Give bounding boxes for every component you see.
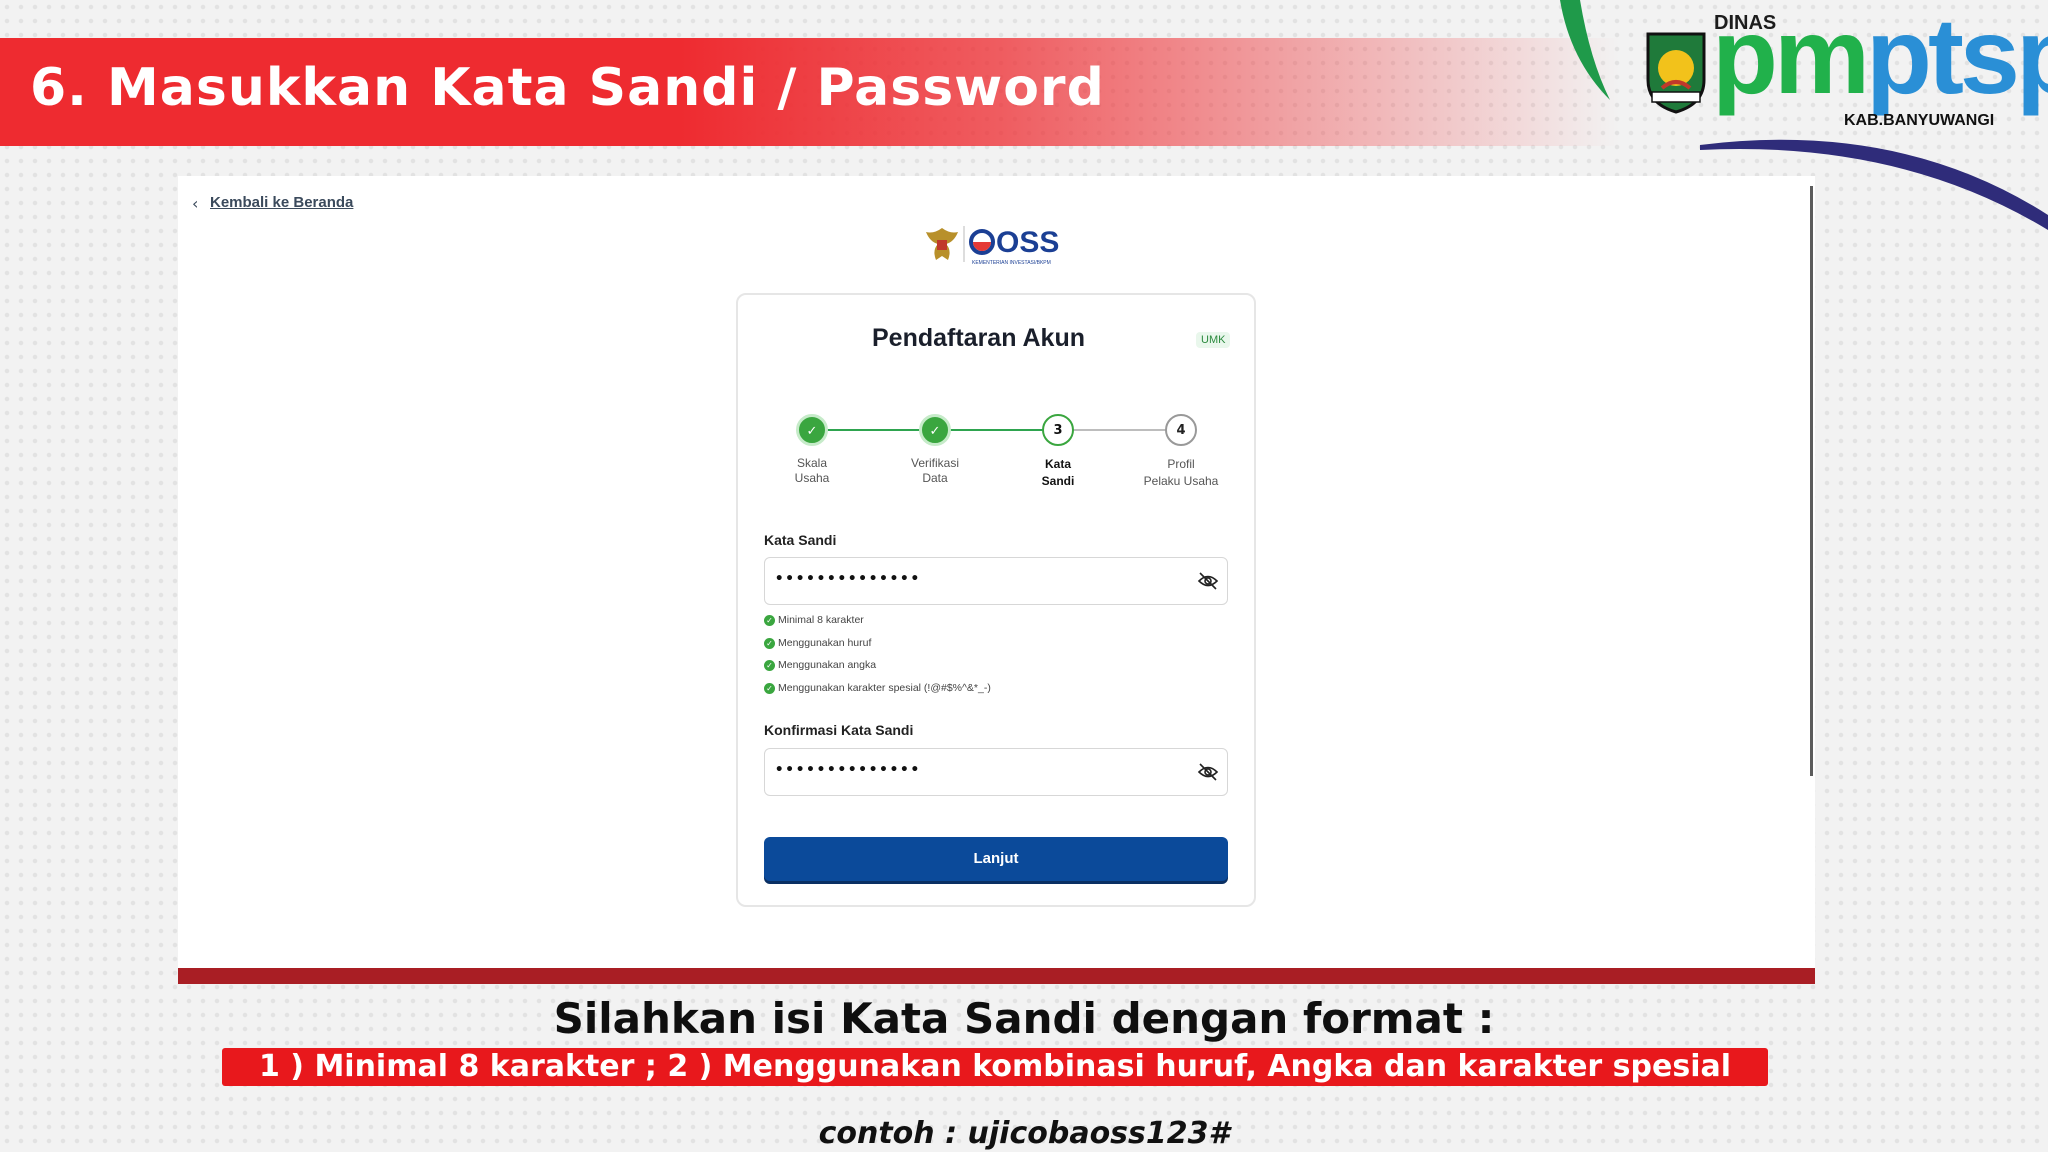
step-connector-1 [812, 429, 934, 431]
step-2-label-line2: Data [922, 471, 948, 485]
oss-logo-text: OSS [996, 226, 1059, 259]
step-2-label-line1: Verifikasi [910, 456, 960, 470]
step-3-indicator: 3 [1042, 414, 1074, 446]
ptsp-text: ptsp [1866, 0, 2048, 116]
region-label: KAB.BANYUWANGI [1844, 112, 1995, 129]
scrollbar[interactable] [1810, 186, 1813, 776]
step-4-label: Profil Pelaku Usaha [1126, 456, 1236, 490]
oss-logo: OSS KEMENTERIAN INVESTASI/BKPM [926, 226, 1059, 266]
garuda-icon [926, 228, 958, 260]
rule-letters: ✓ Menggunakan huruf [764, 637, 871, 649]
check-circle-icon: ✓ [764, 659, 775, 671]
instruction-rules: 1 ) Minimal 8 karakter ; 2 ) Menggunakan… [222, 1048, 1768, 1086]
step-2-check-icon: ✓ [919, 414, 951, 446]
step-1-check-icon: ✓ [796, 414, 828, 446]
step-2-label: Verifikasi Data [880, 456, 990, 486]
oss-logo-subtext: KEMENTERIAN INVESTASI/BKPM [972, 260, 1051, 266]
step-3-label-line1: Kata [1044, 457, 1071, 471]
eye-off-icon[interactable] [1197, 570, 1219, 592]
rule-text: Minimal 8 karakter [778, 614, 864, 626]
step-4-label-line2: Pelaku Usaha [1143, 474, 1219, 488]
step-connector-2 [935, 429, 1057, 431]
rule-min-length: ✓ Minimal 8 karakter [764, 614, 864, 626]
rule-special-chars: ✓ Menggunakan karakter spesial (!@#$%^&*_… [764, 682, 991, 694]
confirm-password-label: Konfirmasi Kata Sandi [764, 722, 914, 738]
rule-text: Menggunakan angka [778, 659, 877, 671]
step-connector-3 [1058, 429, 1180, 431]
confirm-password-value: •••••••••••••• [775, 762, 922, 778]
pm-text: pm [1712, 0, 1870, 116]
instruction-title: Silahkan isi Kata Sandi dengan format : [553, 994, 1495, 1043]
continue-button[interactable]: Lanjut [764, 837, 1228, 881]
step-3-label: Kata Sandi [1003, 456, 1113, 490]
check-circle-icon: ✓ [764, 682, 775, 694]
step-4-label-line1: Profil [1167, 457, 1195, 471]
divider-strip [178, 968, 1815, 984]
banyuwangi-crest-icon [1646, 32, 1706, 114]
password-value: •••••••••••••• [775, 571, 922, 587]
step-1-label-line1: Skala [796, 456, 828, 470]
step-1-label: Skala Usaha [757, 456, 867, 486]
confirm-password-field[interactable]: •••••••••••••• [764, 748, 1228, 796]
example-password: contoh : ujicobaoss123# [818, 1116, 1230, 1151]
chevron-left-icon[interactable]: ‹ [192, 194, 198, 213]
rule-numbers: ✓ Menggunakan angka [764, 659, 876, 671]
rule-text: Menggunakan karakter spesial (!@#$%^&*_-… [778, 682, 991, 694]
step-1-label-line2: Usaha [794, 471, 830, 485]
check-circle-icon: ✓ [764, 637, 775, 649]
slide-title: 6. Masukkan Kata Sandi / Password [30, 58, 1105, 118]
back-to-home-link[interactable]: Kembali ke Beranda [210, 194, 353, 211]
check-circle-icon: ✓ [764, 614, 775, 626]
umk-badge: UMK [1196, 332, 1231, 348]
card-title: Pendaftaran Akun [872, 324, 1086, 352]
rule-text: Menggunakan huruf [778, 637, 872, 649]
password-field[interactable]: •••••••••••••• [764, 557, 1228, 605]
password-label: Kata Sandi [764, 532, 837, 548]
step-3-label-line2: Sandi [1041, 474, 1075, 488]
step-4-indicator: 4 [1165, 414, 1197, 446]
eye-off-icon[interactable] [1197, 761, 1219, 783]
pmptsp-logo: pmptsp [1712, 2, 2048, 110]
